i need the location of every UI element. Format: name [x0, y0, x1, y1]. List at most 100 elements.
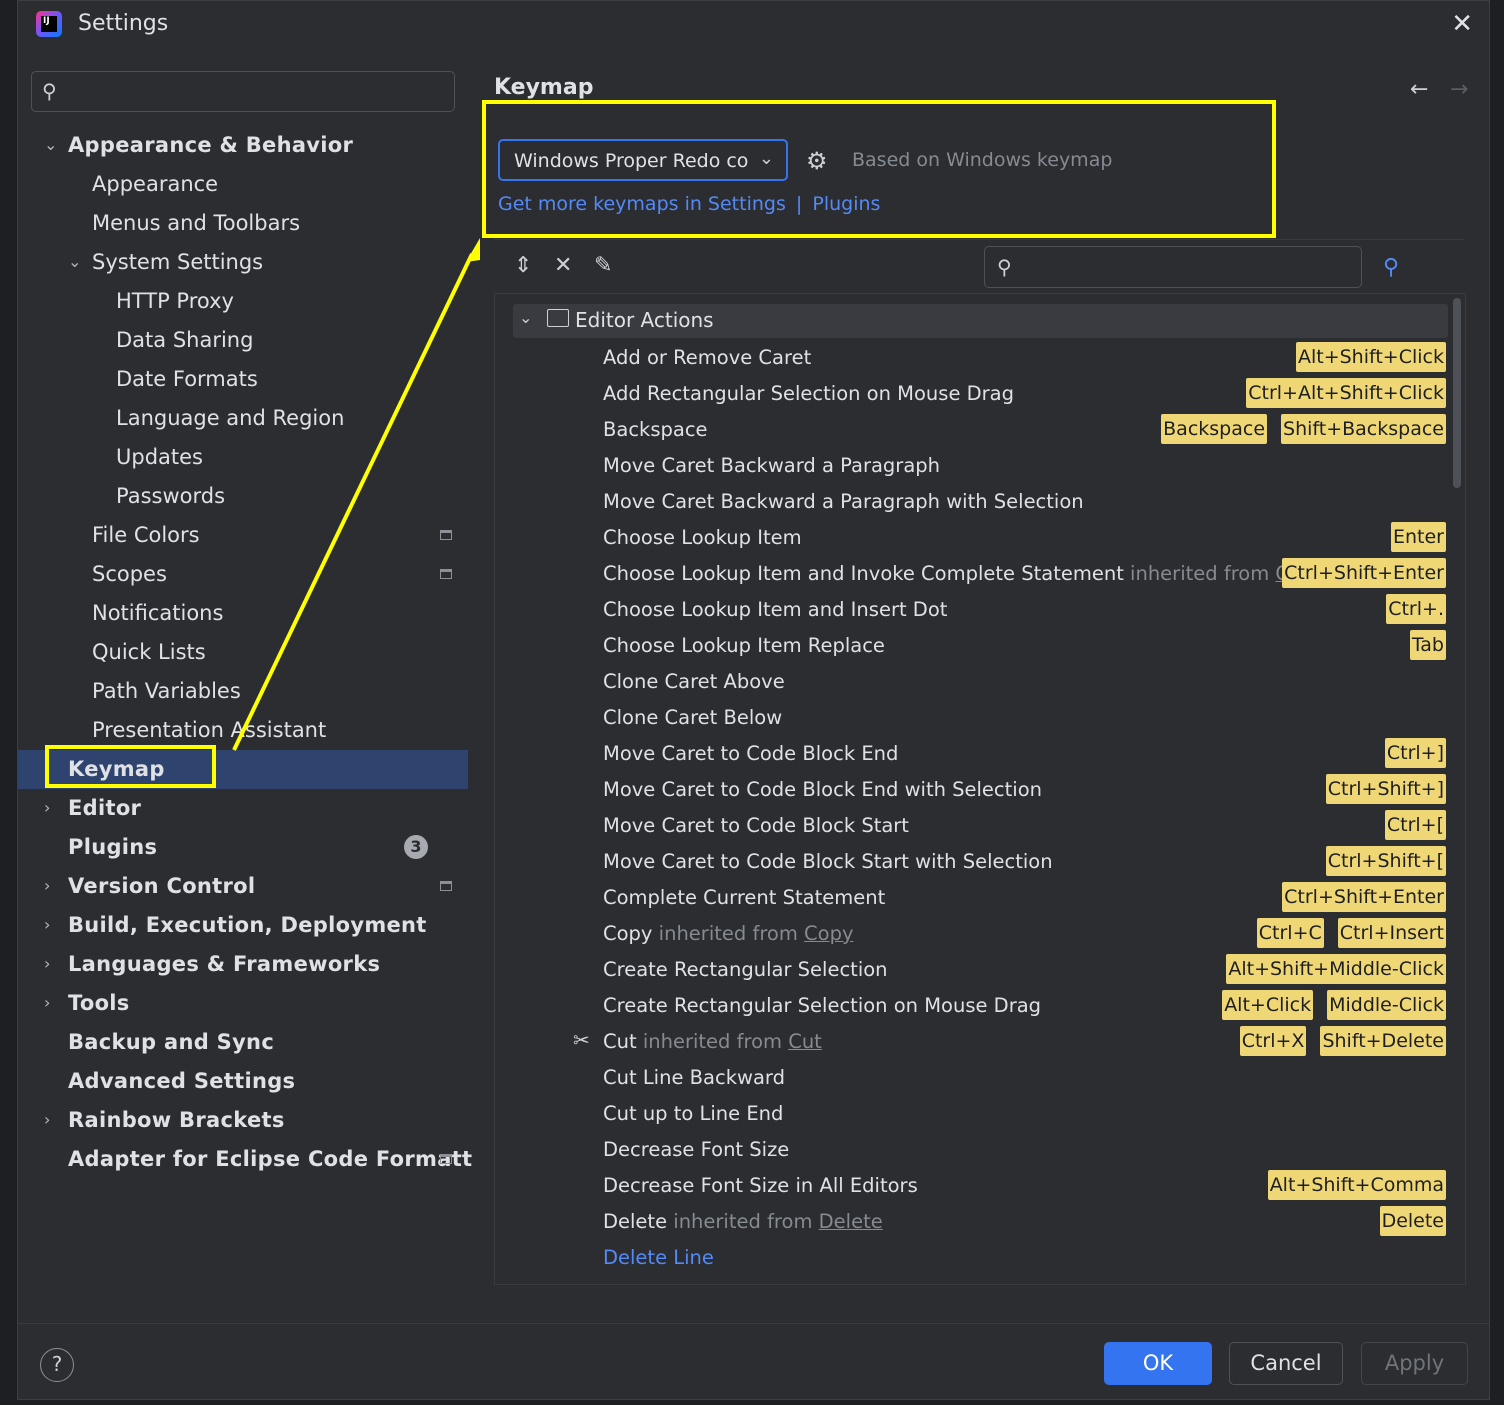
help-icon[interactable]: ?: [40, 1348, 74, 1382]
sidebar-item-editor[interactable]: Editor: [68, 789, 141, 827]
chevron-down-icon[interactable]: ⌄: [44, 126, 57, 164]
action-name: Clone Caret Above: [603, 670, 785, 693]
action-label: Cut Line Backward: [603, 1066, 785, 1089]
sidebar-item-menus-and-toolbars[interactable]: Menus and Toolbars: [92, 204, 300, 242]
forward-arrow-icon[interactable]: →: [1450, 77, 1468, 102]
chevron-down-icon[interactable]: ⌄: [68, 243, 81, 281]
action-label: Move Caret Backward a Paragraph: [603, 454, 941, 477]
action-row[interactable]: Move Caret to Code Block End Ctrl+]: [495, 736, 1450, 772]
sidebar-item-appearance-behavior[interactable]: Appearance & Behavior: [68, 126, 353, 164]
action-row[interactable]: Cut up to Line End: [495, 1096, 1450, 1132]
action-row[interactable]: Choose Lookup Item Replace Tab: [495, 628, 1450, 664]
action-row[interactable]: Choose Lookup Item and Insert Dot Ctrl+.: [495, 592, 1450, 628]
action-row[interactable]: ✂ Cut inherited from Cut Ctrl+X Shift+Delet…: [495, 1024, 1450, 1060]
keymap-panel: Keymap ← → Windows Proper Redo copy ⌄ ⚙ …: [468, 53, 1491, 1323]
action-label: Add or Remove Caret: [603, 346, 812, 369]
action-name: Cut Line Backward: [603, 1066, 785, 1089]
action-name: Move Caret to Code Block Start with Sele…: [603, 850, 1053, 873]
chevron-right-icon[interactable]: ›: [44, 945, 50, 983]
inherited-note: inherited from Cut: [637, 1030, 822, 1053]
action-label: Cut up to Line End: [603, 1102, 784, 1125]
chevron-right-icon[interactable]: ›: [44, 867, 50, 905]
sidebar-item-advanced-settings[interactable]: Advanced Settings: [68, 1062, 295, 1100]
sidebar-item-language-and-region[interactable]: Language and Region: [116, 399, 344, 437]
action-row[interactable]: Backspace Backspace Shift+Backspace: [495, 412, 1450, 448]
action-row[interactable]: Delete Line: [495, 1240, 1450, 1276]
action-row[interactable]: Cut Line Backward: [495, 1060, 1450, 1096]
action-row[interactable]: Move Caret to Code Block Start with Sele…: [495, 844, 1450, 880]
inherited-from-link[interactable]: Cut: [788, 1030, 822, 1053]
action-search-input[interactable]: ⚲: [984, 246, 1362, 288]
sidebar-item-version-control[interactable]: Version Control: [68, 867, 255, 905]
action-row[interactable]: Create Rectangular Selection Alt+Shift+Mi…: [495, 952, 1450, 988]
inherited-from-link[interactable]: Copy: [804, 922, 853, 945]
action-row[interactable]: Move Caret to Code Block End with Select…: [495, 772, 1450, 808]
sidebar-item-http-proxy[interactable]: HTTP Proxy: [116, 282, 234, 320]
sidebar-item-presentation-assistant[interactable]: Presentation Assistant: [92, 711, 326, 749]
action-row[interactable]: Copy inherited from Copy Ctrl+C Ctrl+Inser…: [495, 916, 1450, 952]
sidebar-item-tools[interactable]: Tools: [68, 984, 130, 1022]
inherited-prefix: inherited from: [673, 1210, 813, 1233]
collapse-all-icon[interactable]: ✕: [554, 253, 572, 278]
action-row[interactable]: Move Caret Backward a Paragraph: [495, 448, 1450, 484]
sidebar-item-rainbow-brackets[interactable]: Rainbow Brackets: [68, 1101, 285, 1139]
sidebar-item-notifications[interactable]: Notifications: [92, 594, 223, 632]
settings-search-input[interactable]: ⚲: [31, 71, 455, 112]
action-row[interactable]: Choose Lookup Item and Invoke Complete S…: [495, 556, 1450, 592]
sidebar-item-data-sharing[interactable]: Data Sharing: [116, 321, 253, 359]
sidebar-item-adapter-for-eclipse-code-formatt[interactable]: Adapter for Eclipse Code Formatt: [68, 1140, 472, 1178]
sidebar-item-date-formats[interactable]: Date Formats: [116, 360, 258, 398]
sidebar-item-system-settings[interactable]: System Settings: [92, 243, 263, 281]
inherited-from-link[interactable]: Delete: [819, 1210, 883, 1233]
chevron-right-icon[interactable]: ›: [44, 906, 50, 944]
shortcut-badge: Ctrl+Shift+]: [1325, 774, 1446, 804]
action-label: Clone Caret Above: [603, 670, 785, 693]
sidebar-item-path-variables[interactable]: Path Variables: [92, 672, 241, 710]
action-label: Choose Lookup Item Replace: [603, 634, 885, 657]
action-row[interactable]: Delete inherited from Delete Delete: [495, 1204, 1450, 1240]
actions-tree: ⌄ Editor Actions Add or Remove Caret Alt+…: [494, 293, 1466, 1285]
project-scope-icon: [440, 1154, 452, 1164]
sidebar-item-updates[interactable]: Updates: [116, 438, 203, 476]
shortcut-list: Ctrl+X Shift+Delete: [1239, 1026, 1446, 1056]
shortcut-list: Enter: [1391, 522, 1446, 552]
expand-all-icon[interactable]: ⇕: [514, 253, 532, 278]
action-row[interactable]: Add Rectangular Selection on Mouse Drag C…: [495, 376, 1450, 412]
sidebar-item-scopes[interactable]: Scopes: [92, 555, 167, 593]
sidebar-item-passwords[interactable]: Passwords: [116, 477, 225, 515]
close-icon[interactable]: ✕: [1451, 9, 1473, 39]
action-row[interactable]: Move Caret to Code Block Start Ctrl+[: [495, 808, 1450, 844]
chevron-right-icon[interactable]: ›: [44, 984, 50, 1022]
chevron-right-icon[interactable]: ›: [44, 1101, 50, 1139]
action-row[interactable]: Choose Lookup Item Enter: [495, 520, 1450, 556]
chevron-right-icon[interactable]: ›: [44, 789, 50, 827]
sidebar-item-plugins[interactable]: Plugins: [68, 828, 157, 866]
action-row[interactable]: Decrease Font Size: [495, 1132, 1450, 1168]
shortcut-list: Ctrl+Shift+[: [1325, 846, 1446, 876]
shortcut-list: Ctrl+[: [1384, 810, 1446, 840]
sidebar-item-file-colors[interactable]: File Colors: [92, 516, 200, 554]
sidebar-item-quick-lists[interactable]: Quick Lists: [92, 633, 206, 671]
action-row[interactable]: Decrease Font Size in All Editors Alt+Shi…: [495, 1168, 1450, 1204]
sidebar-item-build-execution-deployment[interactable]: Build, Execution, Deployment: [68, 906, 427, 944]
back-arrow-icon[interactable]: ←: [1410, 77, 1428, 102]
action-row[interactable]: Complete Current Statement Ctrl+Shift+Ent…: [495, 880, 1450, 916]
edit-pencil-icon[interactable]: ✎: [594, 253, 612, 278]
apply-button[interactable]: Apply: [1361, 1342, 1468, 1385]
sidebar-item-backup-and-sync[interactable]: Backup and Sync: [68, 1023, 274, 1061]
group-editor-actions[interactable]: ⌄ Editor Actions: [513, 304, 1448, 338]
sidebar-item-appearance[interactable]: Appearance: [92, 165, 218, 203]
ok-button[interactable]: OK: [1104, 1342, 1212, 1385]
action-row[interactable]: Add or Remove Caret Alt+Shift+Click: [495, 340, 1450, 376]
sidebar-item-languages-frameworks[interactable]: Languages & Frameworks: [68, 945, 380, 983]
action-label: Decrease Font Size in All Editors: [603, 1174, 918, 1197]
action-row[interactable]: Move Caret Backward a Paragraph with Sel…: [495, 484, 1450, 520]
action-row[interactable]: Clone Caret Above: [495, 664, 1450, 700]
find-by-shortcut-icon[interactable]: ⚲: [1383, 255, 1399, 280]
intellij-logo-icon: IJ: [36, 11, 62, 37]
cancel-button[interactable]: Cancel: [1229, 1342, 1343, 1385]
shortcut-badge: Tab: [1409, 630, 1446, 660]
scrollbar[interactable]: [1453, 298, 1461, 488]
action-row[interactable]: Clone Caret Below: [495, 700, 1450, 736]
action-row[interactable]: Create Rectangular Selection on Mouse Dr…: [495, 988, 1450, 1024]
